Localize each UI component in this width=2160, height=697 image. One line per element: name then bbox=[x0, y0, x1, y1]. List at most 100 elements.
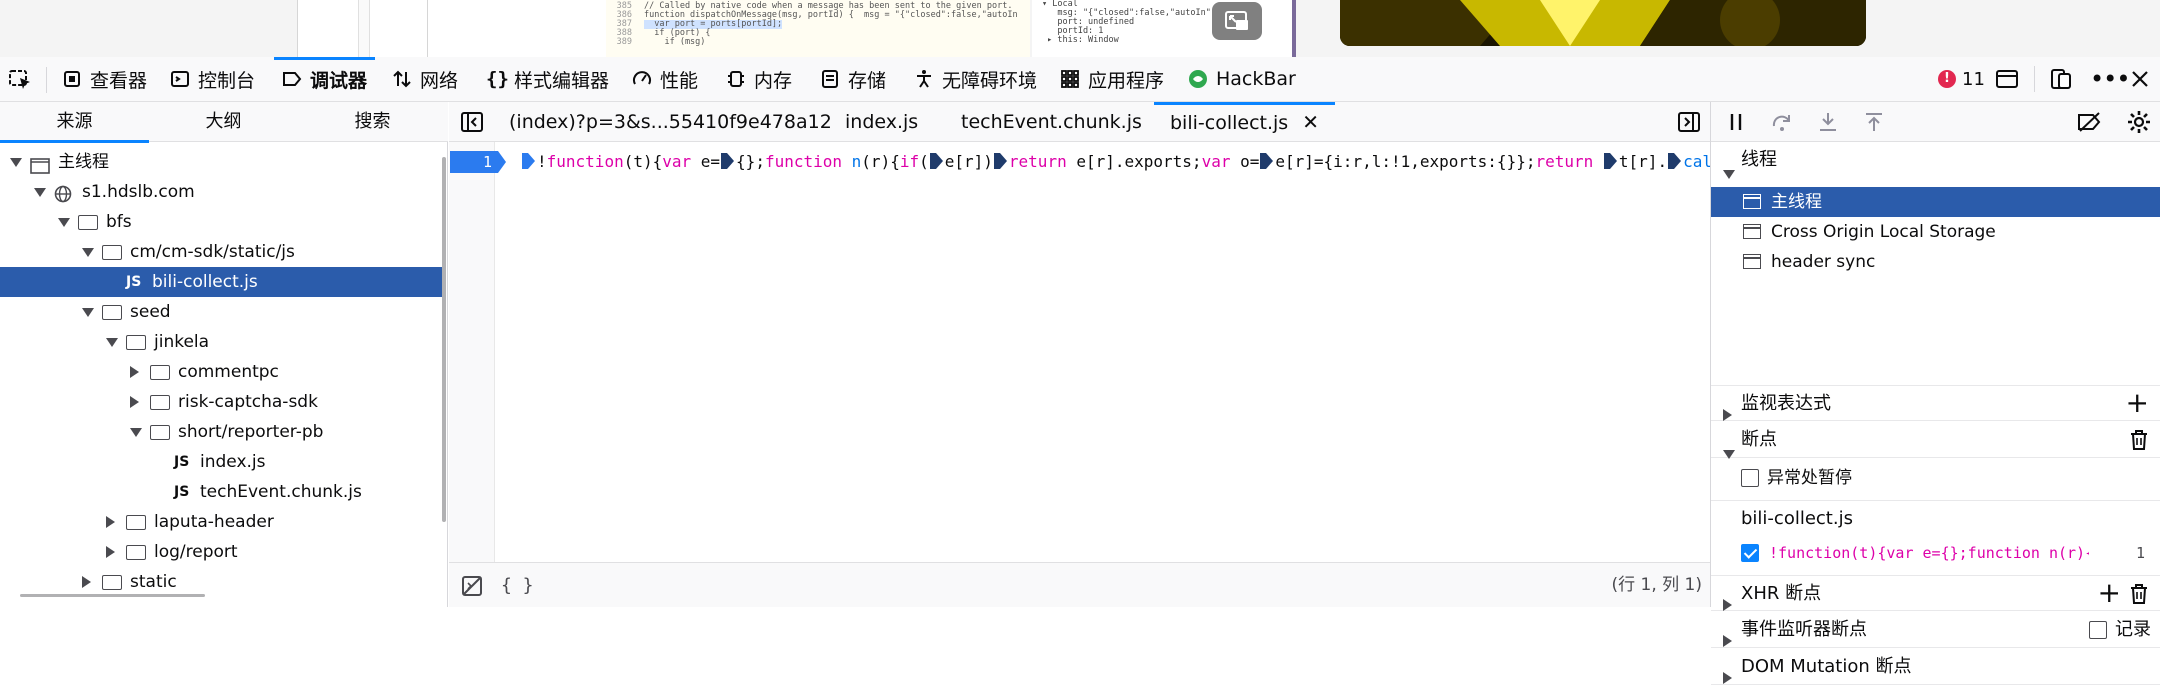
toggle-debugger-sidebar-button[interactable] bbox=[1678, 112, 1700, 136]
step-out-button[interactable] bbox=[1863, 111, 1885, 137]
tree-item[interactable]: 主线程 bbox=[0, 147, 446, 177]
breakpoints-header[interactable]: 断点 bbox=[1711, 422, 2160, 459]
tree-item[interactable]: static bbox=[0, 567, 446, 597]
remove-all-breakpoints-button[interactable] bbox=[2129, 428, 2149, 464]
pause-on-exceptions-row[interactable]: 异常处暂停 bbox=[1711, 463, 2160, 493]
dom-mutation-breakpoints-header[interactable]: DOM Mutation 断点 bbox=[1711, 649, 2160, 685]
breakpoint-file-label: bili-collect.js bbox=[1741, 508, 1853, 529]
close-tab-icon[interactable]: ✕ bbox=[1302, 110, 1319, 134]
tab-memory[interactable]: 内存 bbox=[726, 57, 792, 101]
add-watch-icon[interactable]: + bbox=[2126, 386, 2149, 420]
tree-item[interactable]: log/report bbox=[0, 537, 446, 567]
chevron-down-icon[interactable] bbox=[58, 218, 70, 227]
tree-item[interactable]: seed bbox=[0, 297, 446, 327]
tab-network[interactable]: 网络 bbox=[392, 57, 458, 101]
editor-tab-index-js[interactable]: index.js bbox=[845, 102, 918, 142]
tree-item[interactable]: jinkela bbox=[0, 327, 446, 357]
step-in-icon bbox=[1820, 113, 1836, 131]
code-line-1[interactable]: !function(t){var e= {};function n(r){if(e… bbox=[521, 149, 1770, 175]
thread-item[interactable]: header sync bbox=[1711, 247, 2160, 277]
tree-item[interactable]: commentpc bbox=[0, 357, 446, 387]
column-breakpoint-marker[interactable] bbox=[1668, 152, 1682, 170]
chevron-right-icon[interactable] bbox=[82, 576, 91, 588]
toggle-sidebar-button[interactable] bbox=[1996, 57, 2018, 101]
editor-tab-index-html[interactable]: (index)?p=3&s...55410f9e478a12 bbox=[509, 102, 832, 142]
column-breakpoint-marker[interactable] bbox=[929, 152, 944, 170]
column-breakpoint-marker[interactable] bbox=[721, 152, 735, 170]
line-gutter[interactable] bbox=[449, 142, 495, 567]
chevron-right-icon[interactable] bbox=[106, 516, 115, 528]
tree-item[interactable]: short/reporter-pb bbox=[0, 417, 446, 447]
tree-scrollbar[interactable] bbox=[442, 157, 446, 522]
tree-item[interactable]: risk-captcha-sdk bbox=[0, 387, 446, 417]
editor-tab-bili-collect[interactable]: bili-collect.js ✕ bbox=[1154, 102, 1335, 142]
column-breakpoint-marker[interactable] bbox=[993, 152, 1008, 170]
tree-item[interactable]: JS bili-collect.js bbox=[0, 267, 446, 297]
tab-outline[interactable]: 大纲 bbox=[149, 102, 298, 142]
add-xhr-breakpoint-icon[interactable]: + bbox=[2098, 576, 2121, 610]
tab-performance[interactable]: 性能 bbox=[632, 57, 698, 101]
more-options-button[interactable]: ••• bbox=[2090, 57, 2130, 101]
chevron-right-icon[interactable] bbox=[130, 396, 139, 408]
breakpoint-checkbox[interactable] bbox=[1741, 544, 1759, 562]
step-in-button[interactable] bbox=[1817, 111, 1839, 137]
chevron-down-icon[interactable] bbox=[34, 188, 46, 197]
code-token: return bbox=[1008, 152, 1067, 171]
log-events-checkbox[interactable] bbox=[2089, 621, 2107, 639]
element-picker-button[interactable] bbox=[8, 68, 34, 92]
chevron-down-icon[interactable] bbox=[106, 338, 118, 347]
pause-button[interactable] bbox=[1725, 111, 1747, 137]
tree-item[interactable]: bfs bbox=[0, 207, 446, 237]
dock-sep bbox=[2034, 57, 2035, 101]
chevron-down-icon bbox=[1723, 170, 1735, 179]
breakpoint-item[interactable]: !function(t){var e={};function n(r){i… 1 bbox=[1711, 538, 2160, 568]
network-icon bbox=[393, 70, 411, 88]
close-devtools-button[interactable] bbox=[2130, 57, 2150, 101]
error-count-button[interactable]: ! 11 bbox=[1938, 57, 1985, 101]
column-breakpoint-marker[interactable] bbox=[522, 152, 536, 170]
threads-header[interactable]: 线程 bbox=[1711, 142, 2160, 179]
thread-item[interactable]: Cross Origin Local Storage bbox=[1711, 217, 2160, 247]
breakpoint-marker[interactable]: 1 bbox=[450, 151, 506, 173]
tree-item[interactable]: cm/cm-sdk/static/js bbox=[0, 237, 446, 267]
thread-item[interactable]: 主线程 bbox=[1711, 187, 2160, 217]
tab-search[interactable]: 搜索 bbox=[298, 102, 447, 142]
step-over-button[interactable] bbox=[1771, 111, 1793, 137]
tree-item[interactable]: JS index.js bbox=[0, 447, 446, 477]
pretty-print-button[interactable]: { } bbox=[501, 563, 534, 608]
chevron-right-icon[interactable] bbox=[106, 546, 115, 558]
debugger-settings-button[interactable] bbox=[2127, 110, 2151, 138]
tree-item[interactable]: s1.hdslb.com bbox=[0, 177, 446, 207]
tree-horizontal-scrollbar[interactable] bbox=[20, 594, 205, 597]
tab-inspector[interactable]: 查看器 bbox=[62, 57, 147, 101]
tab-accessibility[interactable]: 无障碍环境 bbox=[914, 57, 1037, 101]
tree-item[interactable]: laputa-header bbox=[0, 507, 446, 537]
editor-tab-techevent[interactable]: techEvent.chunk.js bbox=[961, 102, 1142, 142]
tab-sources[interactable]: 来源 bbox=[0, 102, 149, 143]
chevron-down-icon[interactable] bbox=[82, 308, 94, 317]
chevron-down-icon[interactable] bbox=[130, 428, 142, 437]
dock-side-button[interactable] bbox=[2050, 57, 2072, 101]
column-breakpoint-marker[interactable] bbox=[1260, 152, 1274, 170]
watch-expressions-header[interactable]: 监视表达式 + bbox=[1711, 385, 2160, 421]
tree-item-label: s1.hdslb.com bbox=[82, 182, 195, 202]
chevron-down-icon[interactable] bbox=[82, 248, 94, 257]
picture-in-picture-button[interactable] bbox=[1212, 2, 1262, 40]
pause-on-exceptions-checkbox[interactable] bbox=[1741, 469, 1759, 487]
toggle-sources-button[interactable] bbox=[461, 112, 483, 136]
deactivate-breakpoints-button[interactable] bbox=[2077, 111, 2103, 137]
tab-style-editor[interactable]: {} 样式编辑器 bbox=[486, 57, 609, 101]
xhr-breakpoints-header[interactable]: XHR 断点 + bbox=[1711, 575, 2160, 611]
tab-hackbar[interactable]: HackBar bbox=[1188, 57, 1296, 101]
tab-console[interactable]: 控制台 bbox=[170, 57, 255, 101]
chevron-down-icon[interactable] bbox=[10, 158, 22, 167]
chevron-right-icon[interactable] bbox=[130, 366, 139, 378]
tab-application[interactable]: 应用程序 bbox=[1060, 57, 1164, 101]
blackbox-button[interactable] bbox=[461, 575, 483, 601]
tab-storage[interactable]: 存储 bbox=[820, 57, 886, 101]
sidebar-toggle-icon bbox=[1996, 70, 2018, 88]
event-listener-breakpoints-header[interactable]: 事件监听器断点 记录 bbox=[1711, 612, 2160, 648]
tab-debugger[interactable]: 调试器 bbox=[273, 57, 376, 101]
column-breakpoint-marker[interactable] bbox=[1603, 152, 1618, 170]
tree-item[interactable]: JS techEvent.chunk.js bbox=[0, 477, 446, 507]
